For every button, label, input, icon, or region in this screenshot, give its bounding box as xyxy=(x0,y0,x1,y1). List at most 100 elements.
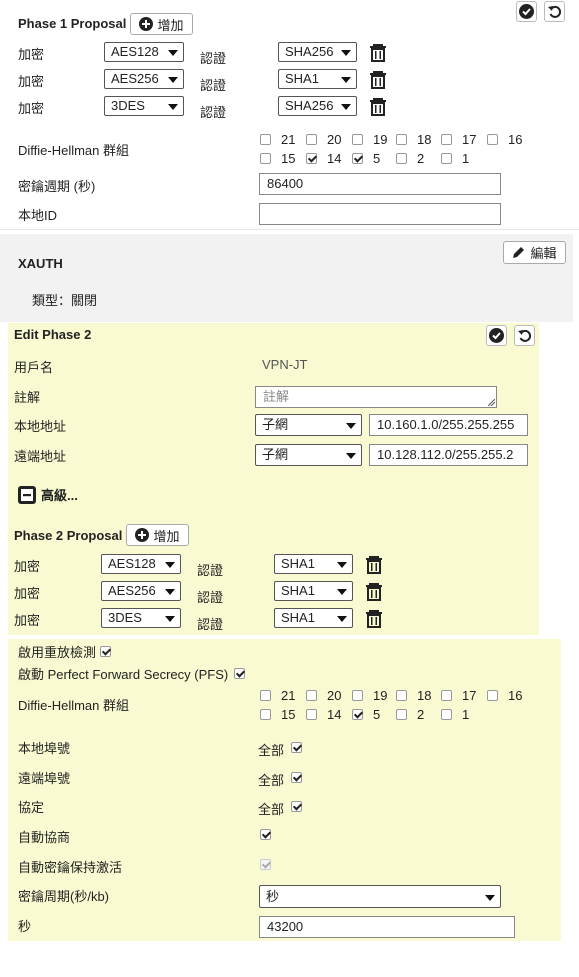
dh-group-checkbox[interactable] xyxy=(352,153,363,164)
name-label: 用戶名 xyxy=(14,360,54,375)
enc-label: 加密 xyxy=(18,101,45,116)
phase2-proposal-title: Phase 2 Proposal xyxy=(14,528,123,543)
pfs-checkbox[interactable] xyxy=(234,668,246,679)
dh-group-checkbox[interactable] xyxy=(441,153,452,164)
dh-group-checkbox[interactable] xyxy=(396,134,407,145)
comment-textarea[interactable]: 註解 xyxy=(255,386,497,408)
replay-detection: 啟用重放檢測 xyxy=(18,642,112,661)
enc-select[interactable]: 3DES xyxy=(104,96,184,116)
add-label: 增加 xyxy=(157,17,184,33)
chevron-down-icon xyxy=(341,50,351,56)
dh-group-checkbox[interactable] xyxy=(396,690,407,701)
pencil-icon xyxy=(513,247,525,258)
trash-icon[interactable] xyxy=(364,581,384,601)
trash-icon[interactable] xyxy=(368,42,388,62)
dh-group-checkbox[interactable] xyxy=(441,709,452,720)
auth-label: 認證 xyxy=(200,78,227,93)
local-port-value: 全部 xyxy=(258,743,285,758)
dh-group-checkbox[interactable] xyxy=(396,709,407,720)
autonegotiate-checkbox[interactable] xyxy=(260,829,271,840)
localid-label: 本地ID xyxy=(18,208,58,223)
dh-group-checkbox[interactable] xyxy=(441,134,452,145)
dh-label: Diffie-Hellman 群組 xyxy=(18,698,130,713)
auth-select[interactable]: SHA256 xyxy=(278,42,357,62)
remote-addr-type: 子網 xyxy=(262,447,289,462)
remote-addr-type-select[interactable]: 子網 xyxy=(255,444,362,466)
local-addr-type-select[interactable]: 子網 xyxy=(255,414,362,436)
chevron-down-icon xyxy=(346,453,356,459)
dh-group-checkbox[interactable] xyxy=(306,153,317,164)
replay-checkbox[interactable] xyxy=(100,646,112,657)
dh-group-checkbox[interactable] xyxy=(306,709,317,720)
dh-group-checkbox[interactable] xyxy=(352,134,363,145)
enc-value: AES256 xyxy=(108,583,156,598)
trash-icon[interactable] xyxy=(364,554,384,574)
reset-button[interactable] xyxy=(514,325,535,346)
auth-select[interactable]: SHA1 xyxy=(274,581,353,601)
protocol-checkbox[interactable] xyxy=(291,801,302,812)
chevron-down-icon xyxy=(168,50,178,56)
enc-select[interactable]: AES128 xyxy=(104,42,184,62)
dh-group-checkbox[interactable] xyxy=(306,134,317,145)
autonegotiate-label: 自動協商 xyxy=(18,830,71,845)
trash-icon[interactable] xyxy=(364,608,384,628)
seconds-input[interactable]: 43200 xyxy=(259,916,515,938)
remote-port-checkbox[interactable] xyxy=(291,772,302,783)
chevron-down-icon xyxy=(165,562,175,568)
enc-select[interactable]: AES256 xyxy=(101,581,181,601)
auth-select[interactable]: SHA1 xyxy=(274,608,353,628)
remote-addr-input[interactable]: 10.128.112.0/255.255.2 xyxy=(369,444,528,466)
enc-select[interactable]: 3DES xyxy=(101,608,181,628)
dh-group-number: 20 xyxy=(327,688,342,703)
localid-input[interactable] xyxy=(259,203,501,225)
advanced-toggle[interactable]: 高級... xyxy=(18,485,78,504)
xauth-title: XAUTH xyxy=(18,256,63,271)
local-addr-input[interactable]: 10.160.1.0/255.255.255 xyxy=(369,414,528,436)
save-button[interactable] xyxy=(516,1,537,22)
dh-group-checkbox[interactable] xyxy=(260,134,271,145)
add-label: 增加 xyxy=(153,528,180,544)
keylife-type-select[interactable]: 秒 xyxy=(259,885,501,908)
plus-circle-icon xyxy=(135,528,150,542)
trash-icon[interactable] xyxy=(368,69,388,89)
dh-group-checkbox[interactable] xyxy=(260,690,271,701)
auth-select[interactable]: SHA256 xyxy=(278,96,357,116)
plus-circle-icon xyxy=(139,17,154,31)
protocol-label: 協定 xyxy=(18,800,45,815)
dh-group-checkbox[interactable] xyxy=(352,690,363,701)
dh-group-checkbox[interactable] xyxy=(260,153,271,164)
dh-group-checkbox[interactable] xyxy=(396,153,407,164)
dh-group-number: 19 xyxy=(373,132,388,147)
chevron-down-icon xyxy=(337,589,347,595)
auth-select[interactable]: SHA1 xyxy=(274,554,353,574)
trash-icon[interactable] xyxy=(368,96,388,116)
local-port-checkbox[interactable] xyxy=(291,742,302,753)
dh-group-checkbox[interactable] xyxy=(487,134,498,145)
dh-group-checkbox[interactable] xyxy=(487,690,498,701)
name-value: VPN-JT xyxy=(262,357,308,372)
dh-group-checkbox[interactable] xyxy=(306,690,317,701)
dh-label: Diffie-Hellman 群組 xyxy=(18,143,130,158)
chevron-down-icon xyxy=(168,77,178,83)
auth-select[interactable]: SHA1 xyxy=(278,69,357,89)
enc-select[interactable]: AES128 xyxy=(101,554,181,574)
xauth-edit-button[interactable]: 編輯 xyxy=(503,241,566,264)
dh-group-checkbox[interactable] xyxy=(260,709,271,720)
chevron-down-icon xyxy=(341,77,351,83)
dh-group-checkbox[interactable] xyxy=(352,709,363,720)
enc-select[interactable]: AES256 xyxy=(104,69,184,89)
dh-group-number: 18 xyxy=(417,688,432,703)
local-addr-type: 子網 xyxy=(262,417,289,432)
enc-label: 加密 xyxy=(14,613,41,628)
remote-addr-label: 遠端地址 xyxy=(14,449,67,464)
phase2-add-button[interactable]: 增加 xyxy=(126,524,189,546)
keylife-input[interactable]: 86400 xyxy=(259,173,501,195)
keepalive-checkbox xyxy=(260,859,271,870)
auth-value: SHA1 xyxy=(281,556,315,571)
dh-group-checkbox[interactable] xyxy=(441,690,452,701)
undo-icon xyxy=(547,5,561,18)
reset-button[interactable] xyxy=(544,1,565,22)
dh-group-number: 5 xyxy=(373,151,381,166)
save-button[interactable] xyxy=(486,325,507,346)
phase1-add-button[interactable]: 增加 xyxy=(130,13,193,35)
